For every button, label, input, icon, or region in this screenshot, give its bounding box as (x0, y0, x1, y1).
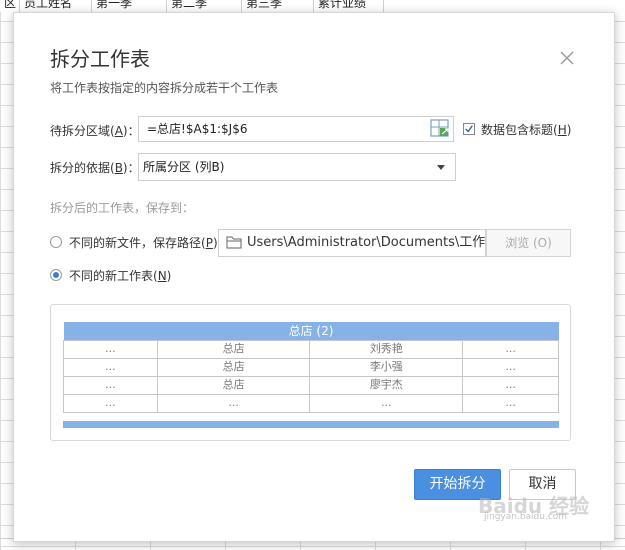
sheet-header-cell[interactable]: 累计业绩 (314, 0, 384, 12)
preview-cell: ... (309, 393, 464, 413)
table-row: ... 总店 刘秀艳 ... (63, 339, 559, 359)
preview-cell: ... (462, 339, 559, 359)
table-row: ... 总店 李小强 ... (63, 357, 559, 377)
close-icon[interactable] (558, 49, 576, 67)
preview-cell: ... (462, 375, 559, 395)
basis-label: 拆分的依据(B)： (50, 161, 140, 175)
range-select-icon[interactable] (428, 117, 452, 141)
save-section-label: 拆分后的工作表，保存到： (50, 201, 195, 215)
preview-sheet-name: 总店 (2) (63, 322, 559, 340)
preview-cell: ... (63, 375, 158, 395)
preview-cell: 总店 (156, 357, 311, 377)
dialog-subtitle: 将工作表按指定的内容拆分成若干个工作表 (50, 81, 279, 95)
basis-select-value: 所属分区 (列B) (143, 160, 225, 174)
save-path-input[interactable]: Users\Administrator\Documents\工作簿1 (218, 229, 486, 257)
sheet-header-cell[interactable]: 第一季 (92, 0, 167, 12)
preview-cell: 刘秀艳 (309, 339, 464, 359)
sheet-header-row: 区 员工姓名 第一季 第二季 第三季 累计业绩 (0, 0, 625, 12)
has-header-label[interactable]: 数据包含标题(H) (481, 121, 571, 138)
dialog-title: 拆分工作表 (50, 47, 150, 71)
sheet-header-cell[interactable]: 第二季 (167, 0, 242, 12)
preview-cell: 总店 (156, 375, 311, 395)
sheet-header-cell[interactable]: 第三季 (242, 0, 314, 12)
basis-select[interactable]: 所属分区 (列B) (138, 153, 456, 181)
option-new-files-label[interactable]: 不同的新文件，保存路径(P) (69, 234, 218, 251)
preview-footer-bar (63, 421, 559, 428)
range-input[interactable]: =总店!$A$1:$J$6 (138, 116, 454, 142)
checkmark-icon (465, 125, 473, 133)
preview-cell: ... (63, 339, 158, 359)
preview-cell: ... (462, 357, 559, 377)
option-new-sheets-radio[interactable] (50, 269, 62, 281)
range-label: 待拆分区域(A)： (50, 124, 140, 138)
preview-cell: 廖宇杰 (309, 375, 464, 395)
folder-icon (226, 236, 242, 249)
option-new-files-radio[interactable] (50, 236, 62, 248)
preview-table: 总店 (2) ... 总店 刘秀艳 ... ... 总店 李小强 ... ... (63, 322, 559, 413)
split-sheet-dialog: 拆分工作表 将工作表按指定的内容拆分成若干个工作表 待拆分区域(A)： =总店!… (13, 12, 615, 542)
preview-cell: 总店 (156, 339, 311, 359)
preview-cell: ... (63, 357, 158, 377)
preview-cell: 李小强 (309, 357, 464, 377)
split-preview: 总店 (2) ... 总店 刘秀艳 ... ... 总店 李小强 ... ... (50, 304, 571, 441)
table-row: ... 总店 廖宇杰 ... (63, 375, 559, 395)
table-row: ... ... ... ... (63, 393, 559, 413)
chevron-down-icon (437, 165, 445, 170)
watermark-url: jingyan.baidu.com (484, 512, 568, 522)
sheet-header-cell[interactable]: 区 (0, 0, 20, 12)
browse-button[interactable]: 浏览 (O) (486, 229, 571, 257)
has-header-checkbox[interactable] (463, 123, 475, 135)
preview-cell: ... (63, 393, 158, 413)
sheet-header-cell[interactable]: 员工姓名 (20, 0, 92, 12)
option-new-sheets-label[interactable]: 不同的新工作表(N) (69, 267, 171, 284)
preview-cell: ... (462, 393, 559, 413)
preview-cell: ... (156, 393, 311, 413)
